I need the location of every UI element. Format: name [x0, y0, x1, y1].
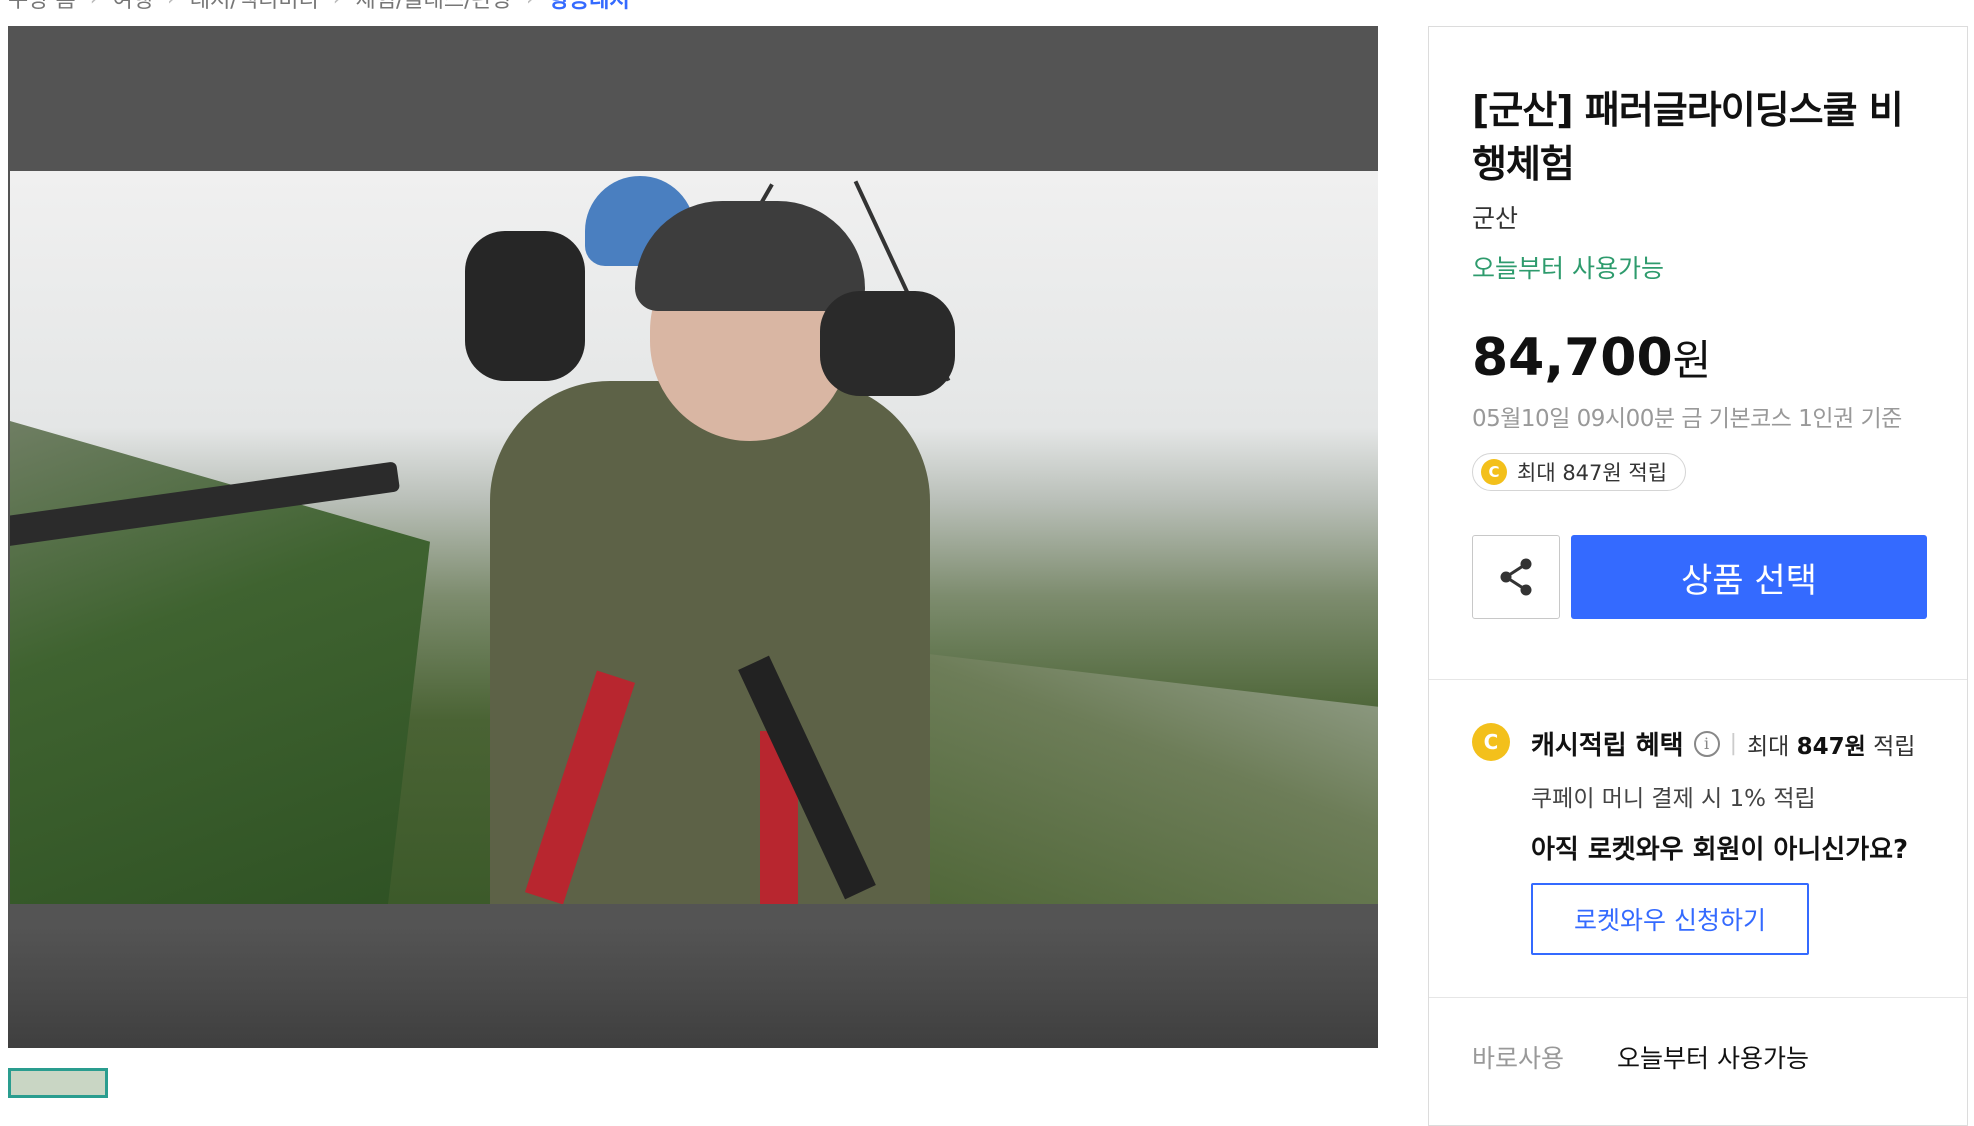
breadcrumb-item[interactable]: 쿠팡 홈 [8, 0, 76, 14]
usage-label: 바로사용 [1472, 1044, 1565, 1073]
usage-value: 오늘부터 사용가능 [1617, 1044, 1809, 1073]
breadcrumb-item-current[interactable]: 항공레저 [549, 0, 630, 14]
glove-right [820, 291, 955, 396]
chevron-right-icon: › [90, 0, 99, 11]
product-gallery[interactable] [8, 26, 1378, 1048]
chevron-right-icon: › [167, 0, 176, 11]
product-price: 84,700원 [1472, 327, 1711, 388]
info-icon[interactable]: i [1693, 730, 1720, 757]
coupay-benefit-text: 쿠페이 머니 결제 시 1% 적립 [1531, 786, 1816, 812]
availability-text: 오늘부터 사용가능 [1472, 254, 1664, 283]
cash-reward-text: 최대 847원 적립 [1517, 461, 1668, 485]
price-basis: 05월10일 09시00분 금 기본코스 1인권 기준 [1472, 406, 1902, 432]
product-title: [군산] 패러글라이딩스쿨 비행체험 [1472, 88, 1904, 186]
cash-max-prefix: 최대 [1747, 733, 1790, 760]
cash-coin-icon: C [1481, 459, 1507, 485]
rocketwow-signup-button[interactable]: 로켓와우 신청하기 [1531, 883, 1809, 955]
breadcrumb: 쿠팡 홈 › 여행 › 레저/액티비티 › 체험/클래스/관광 › 항공레저 [8, 0, 630, 13]
share-button[interactable] [1472, 535, 1560, 619]
select-product-button[interactable]: 상품 선택 [1571, 535, 1927, 619]
price-currency: 원 [1672, 336, 1712, 385]
cash-benefit-max: 최대 847원 적립 [1747, 727, 1915, 761]
cash-max-suffix: 적립 [1873, 733, 1916, 760]
cash-reward-badge: C 최대 847원 적립 [1472, 453, 1687, 491]
cash-max-amount: 847원 [1796, 733, 1866, 760]
section-divider [1429, 679, 1967, 680]
breadcrumb-item[interactable]: 여행 [113, 0, 153, 14]
product-region: 군산 [1472, 204, 1519, 233]
breadcrumb-item[interactable]: 레저/액티비티 [190, 0, 319, 14]
product-main-image [10, 171, 1378, 904]
separator: | [1729, 731, 1737, 756]
cash-coin-icon: C [1472, 723, 1510, 761]
glove-left [465, 231, 585, 381]
share-icon [1500, 558, 1532, 596]
breadcrumb-item[interactable]: 체험/클래스/관광 [356, 0, 513, 14]
section-divider [1429, 997, 1967, 998]
rocketwow-prompt: 아직 로켓와우 회원이 아니신가요? [1531, 835, 1909, 865]
chevron-right-icon: › [333, 0, 342, 11]
product-info-panel: [군산] 패러글라이딩스쿨 비행체험 군산 오늘부터 사용가능 84,700원 … [1428, 26, 1968, 1126]
paraglider-people [430, 171, 970, 904]
helmet [635, 201, 865, 311]
cash-benefit-title: 캐시적립 혜택 [1531, 731, 1684, 761]
chevron-right-icon: › [526, 0, 535, 11]
gallery-thumbnail[interactable] [8, 1068, 108, 1098]
cash-benefit-row: 캐시적립 혜택 i | 최대 847원 적립 [1531, 725, 1915, 762]
price-amount: 84,700 [1472, 328, 1673, 388]
